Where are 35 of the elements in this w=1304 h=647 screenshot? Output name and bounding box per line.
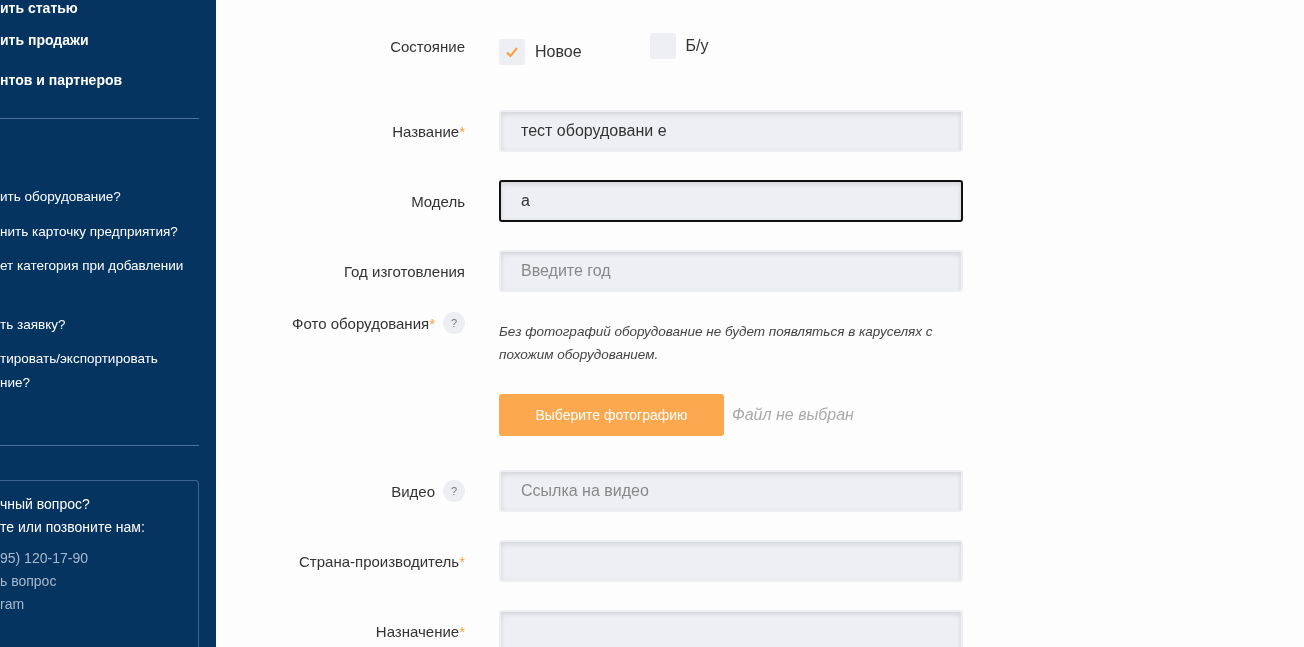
help-link[interactable]: тировать/экспортировать ние?: [0, 347, 199, 395]
field-label: Видео: [391, 482, 435, 500]
help-link[interactable]: ет категория при добавлении: [0, 254, 199, 278]
text-field[interactable]: Введите год: [499, 250, 963, 292]
field-label: Фото оборудования*: [292, 314, 435, 332]
text-field[interactable]: а: [499, 180, 963, 222]
checkbox-label: Б/у: [685, 37, 709, 55]
text-field[interactable]: [499, 540, 963, 582]
field-label: Год изготовления: [344, 262, 465, 280]
field-label: Модель: [411, 192, 465, 210]
sidebar-menu-link[interactable]: нтов и партнеров: [0, 60, 199, 100]
help-link[interactable]: ть заявку?: [0, 313, 199, 337]
field-label: Страна-производитель*: [299, 552, 465, 570]
sidebar-menu-link[interactable]: ить продажи: [0, 20, 199, 60]
text-field[interactable]: [499, 610, 963, 647]
phone-link[interactable]: 95) 120-17-90: [0, 547, 198, 570]
help-icon[interactable]: ?: [443, 312, 465, 334]
file-status: Файл не выбран: [732, 406, 854, 424]
sidebar-menu-link[interactable]: ить статью: [0, 0, 199, 20]
contact-heading: чный вопрос?: [0, 495, 91, 514]
help-link[interactable]: ить оборудование?: [0, 185, 199, 209]
field-label: Название*: [392, 122, 465, 140]
contact-link[interactable]: ь вопрос: [0, 570, 198, 593]
photo-hint: Без фотографий оборудование не будет появляться в каруселях с похожим оборудованием.: [499, 323, 934, 364]
field-label: Состояние: [390, 37, 465, 55]
help-link[interactable]: нить карточку предприятия?: [0, 220, 199, 244]
contact-link[interactable]: ram: [0, 593, 198, 616]
checkbox-label: Новое: [535, 43, 582, 61]
checkmark-icon: [505, 45, 519, 59]
contact-heading: те или позвоните нам:: [0, 518, 146, 537]
help-icon[interactable]: ?: [443, 480, 465, 502]
field-label: Назначение*: [375, 622, 465, 640]
checkbox[interactable]: [499, 39, 525, 65]
text-field[interactable]: тест оборудовани е: [499, 110, 963, 152]
text-field[interactable]: Ссылка на видео: [499, 470, 963, 512]
